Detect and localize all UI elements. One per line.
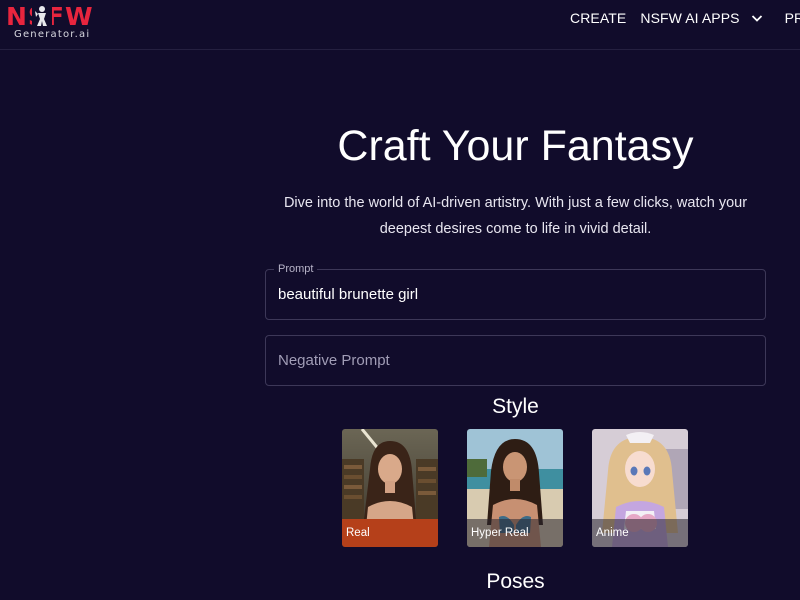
negative-prompt-input[interactable]: Negative Prompt	[278, 352, 390, 369]
poses-heading: Poses	[486, 570, 545, 593]
logo-subtext: Generator.ai	[14, 29, 91, 40]
nav-pricing[interactable]: PRICING	[785, 10, 800, 26]
logo-figure-icon	[32, 5, 52, 27]
prompt-input[interactable]: beautiful brunette girl	[278, 286, 418, 303]
style-options: Real Hyper Real Anime	[342, 429, 689, 547]
top-navbar: NSFW Generator.ai CREATE NSFW AI APPS PR…	[0, 0, 800, 50]
nav-nsfw-ai-apps[interactable]: NSFW AI APPS	[640, 10, 762, 26]
page-title: Craft Your Fantasy	[337, 122, 694, 170]
site-logo[interactable]: NSFW Generator.ai	[6, 2, 106, 44]
chevron-down-icon	[751, 15, 762, 22]
style-label-real: Real	[342, 519, 438, 547]
nav-create[interactable]: CREATE	[570, 10, 626, 26]
prompt-label: Prompt	[274, 263, 318, 276]
style-card-hyper-real[interactable]: Hyper Real	[467, 429, 563, 547]
style-label-anime: Anime	[592, 519, 688, 547]
page-subtitle: Dive into the world of AI-driven artistr…	[283, 195, 748, 237]
style-heading: Style	[492, 395, 539, 418]
nav-nsfw-ai-apps-label: NSFW AI APPS	[640, 10, 740, 26]
main-nav: CREATE NSFW AI APPS PRICING	[570, 0, 800, 36]
style-card-anime[interactable]: Anime	[592, 429, 688, 547]
prompt-field[interactable]: Prompt beautiful brunette girl	[265, 263, 766, 320]
style-label-hyper-real: Hyper Real	[467, 519, 563, 547]
style-card-real[interactable]: Real	[342, 429, 438, 547]
page: NSFW Generator.ai CREATE NSFW AI APPS PR…	[0, 0, 800, 600]
negative-prompt-field[interactable]: Negative Prompt	[265, 335, 766, 386]
